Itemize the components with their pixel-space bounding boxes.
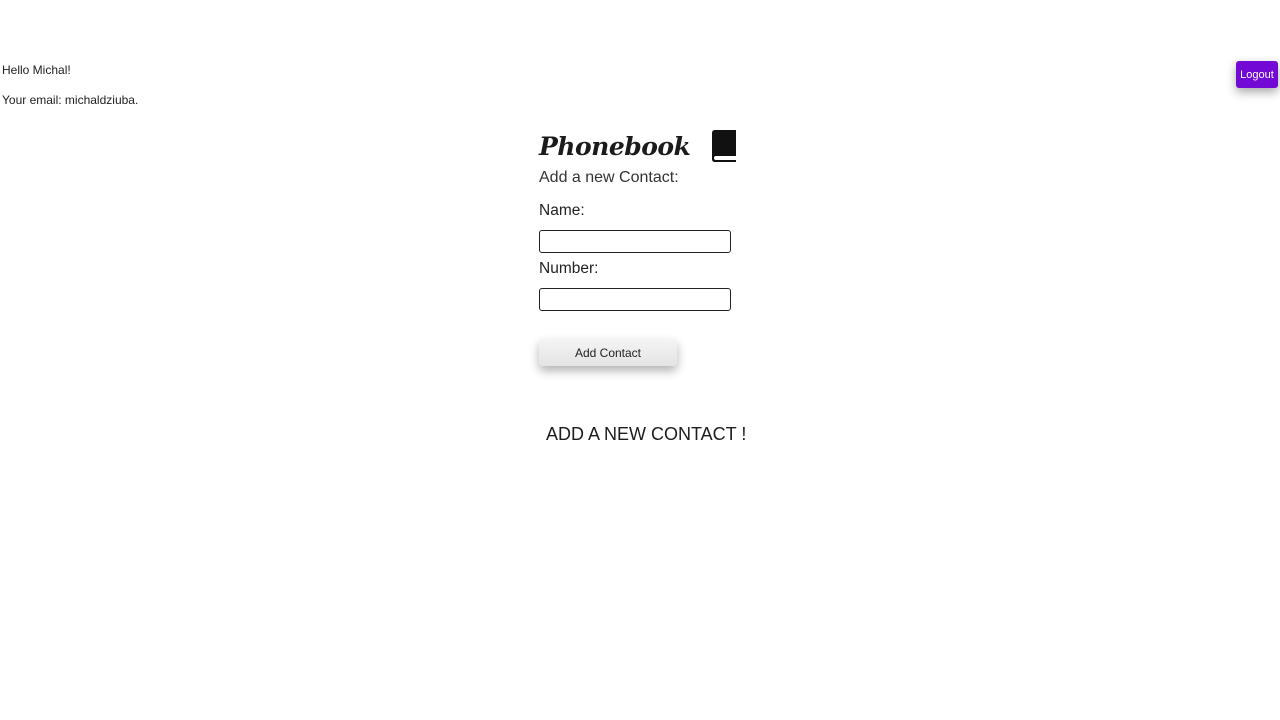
- number-input[interactable]: [539, 288, 731, 311]
- book-icon: [709, 130, 737, 162]
- add-contact-form: Name: Number: Add Contact: [539, 202, 799, 366]
- greeting-text: Hello Michal!: [2, 63, 71, 77]
- title-row: Phonebook: [539, 126, 799, 166]
- user-info: Hello Michal! Your email: michaldziuba.: [2, 62, 138, 108]
- phonebook-panel: Phonebook Add a new Contact: Name: Numbe…: [539, 126, 799, 366]
- email-text: Your email: michaldziuba.: [2, 93, 139, 107]
- name-label: Name:: [539, 202, 585, 219]
- number-label: Number:: [539, 260, 599, 277]
- add-contact-button[interactable]: Add Contact: [539, 339, 677, 366]
- app-title: Phonebook: [539, 131, 691, 161]
- logout-button[interactable]: Logout: [1236, 61, 1278, 88]
- name-input[interactable]: [539, 230, 731, 253]
- form-subtitle: Add a new Contact:: [539, 169, 679, 186]
- empty-contacts-message: ADD A NEW CONTACT !: [546, 424, 747, 444]
